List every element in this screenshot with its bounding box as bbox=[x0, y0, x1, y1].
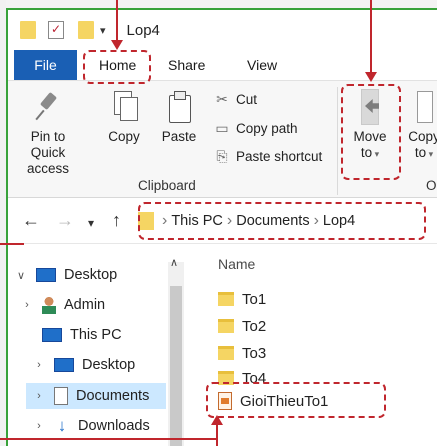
annotation-arrow bbox=[0, 438, 217, 440]
annotation-arrow bbox=[216, 424, 218, 446]
annotation-arrow bbox=[116, 0, 118, 42]
highlight-selected-file bbox=[206, 382, 386, 418]
annotation-arrow bbox=[0, 243, 24, 245]
highlight-home-tab bbox=[83, 50, 151, 84]
arrowhead-icon bbox=[111, 40, 123, 50]
highlight-address-bar bbox=[138, 202, 426, 240]
annotation-arrow bbox=[370, 0, 372, 74]
arrowhead-icon bbox=[211, 415, 223, 425]
arrowhead-icon bbox=[365, 72, 377, 82]
highlight-move-to bbox=[341, 84, 401, 180]
